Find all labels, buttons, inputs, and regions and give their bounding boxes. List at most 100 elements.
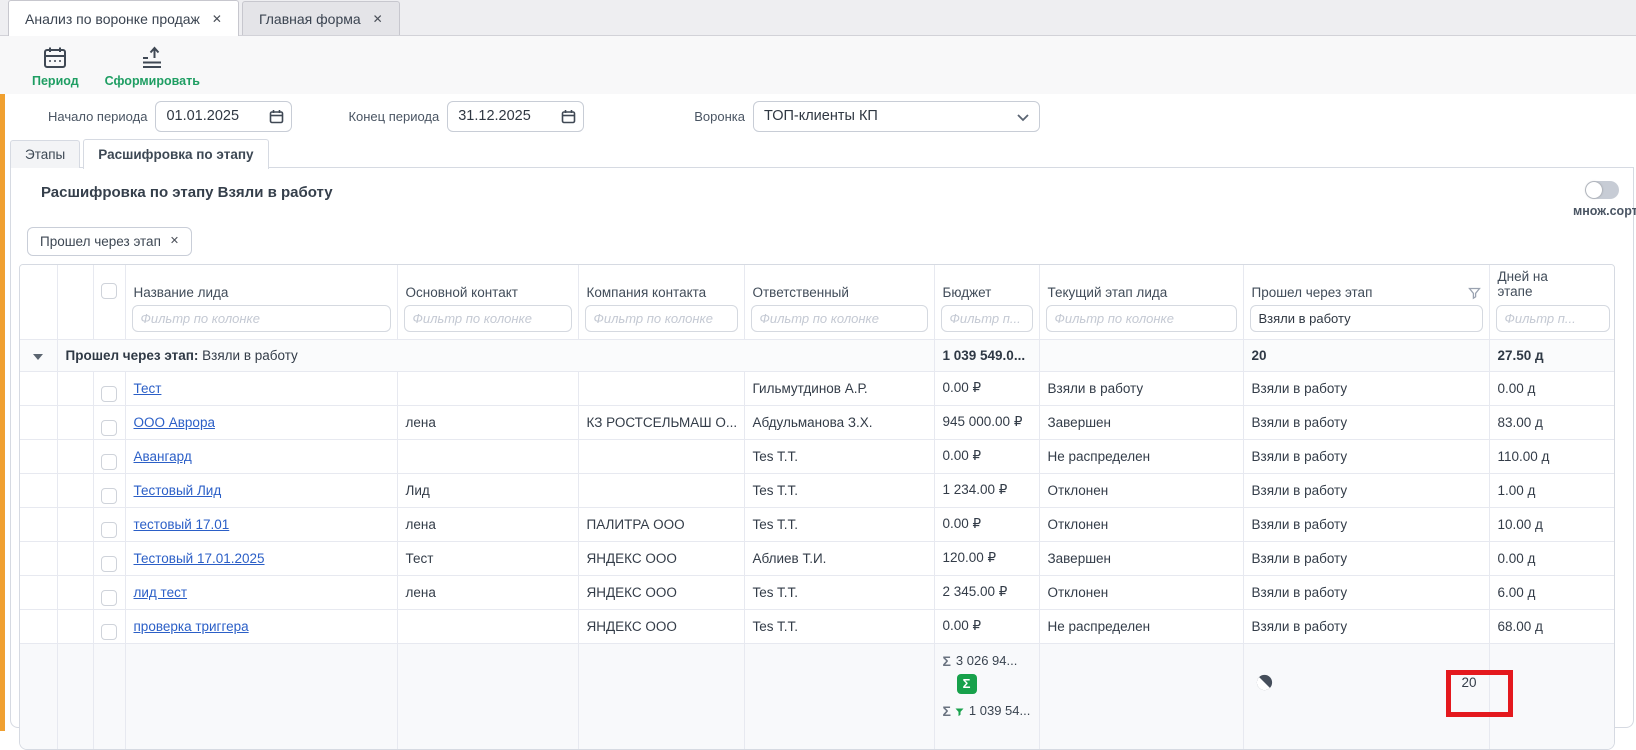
lead-link[interactable]: Тестовый Лид xyxy=(134,483,222,498)
row-checkbox[interactable] xyxy=(101,454,117,470)
multi-sort-toggle[interactable] xyxy=(1585,181,1619,199)
filter-chip-label: Прошел через этап xyxy=(40,234,161,249)
tab-label: Расшифровка по этапу xyxy=(98,147,253,162)
filter-fields-row: Начало периода Конец периода Воронка ТОП… xyxy=(0,94,1636,138)
column-header-company: Компания контакта xyxy=(578,265,744,339)
panel-title: Расшифровка по этапу Взяли в работу xyxy=(41,184,1633,201)
cell-company xyxy=(578,439,744,473)
window-tab-main-form[interactable]: Главная форма ✕ xyxy=(242,1,400,35)
footer-cell-days xyxy=(1489,643,1615,749)
row-checkbox[interactable] xyxy=(101,420,117,436)
cell-contact: Лид xyxy=(397,473,578,507)
cell-company: КЗ РОСТСЕЛЬМАШ О... xyxy=(578,405,744,439)
lead-link[interactable]: Тест xyxy=(134,381,162,396)
remove-filter-icon[interactable]: ✕ xyxy=(170,236,179,247)
filter-chip-passed-stage[interactable]: Прошел через этап ✕ xyxy=(27,227,192,256)
group-budget-total: 1 039 549.0... xyxy=(934,339,1039,371)
cell-owner: Гильмутдинов А.Р. xyxy=(744,371,934,405)
generate-button[interactable]: Сформировать xyxy=(99,43,206,90)
collapse-arrow-icon[interactable] xyxy=(33,354,43,360)
cell-company: ЯНДЕКС ООО xyxy=(578,609,744,643)
funnel-label: Воронка xyxy=(694,109,745,124)
row-expand-cell xyxy=(20,371,57,405)
group-stage-cell xyxy=(1039,339,1243,371)
close-icon[interactable]: ✕ xyxy=(373,13,383,25)
filter-input-contact[interactable] xyxy=(404,305,572,332)
row-checkbox[interactable] xyxy=(101,386,117,402)
cell-budget: 0.00 ₽ xyxy=(934,439,1039,473)
cell-days: 110.00 д xyxy=(1489,439,1615,473)
column-title: Текущий этап лида xyxy=(1048,285,1168,300)
select-all-checkbox[interactable] xyxy=(101,283,117,299)
row-expand-cell xyxy=(20,405,57,439)
lead-link[interactable]: лид тест xyxy=(134,585,188,600)
filter-input-days[interactable] xyxy=(1496,305,1611,332)
cell-owner: Tes T.T. xyxy=(744,473,934,507)
lead-name-cell: Тестовый 17.01.2025 xyxy=(125,541,397,575)
cell-passed: Взяли в работу xyxy=(1243,371,1489,405)
column-title: Название лида xyxy=(134,285,229,300)
cell-passed: Взяли в работу xyxy=(1243,609,1489,643)
tab-stage-details[interactable]: Расшифровка по этапу xyxy=(83,139,268,169)
row-checkbox[interactable] xyxy=(101,624,117,640)
column-title: Ответственный xyxy=(753,285,849,300)
table-row: Тестовый 17.01.2025ТестЯНДЕКС ОООАблиев … xyxy=(20,541,1615,575)
calendar-icon xyxy=(42,45,68,71)
lead-link[interactable]: ООО Аврора xyxy=(134,415,215,430)
cell-budget: 2 345.00 ₽ xyxy=(934,575,1039,609)
filter-input-name[interactable] xyxy=(132,305,391,332)
lead-link[interactable]: проверка триггера xyxy=(134,619,249,634)
table-row: лид тестленаЯНДЕКС ОООTes T.T.2 345.00 ₽… xyxy=(20,575,1615,609)
lead-name-cell: Тестовый Лид xyxy=(125,473,397,507)
cell-contact xyxy=(397,609,578,643)
window-tab-label: Главная форма xyxy=(259,11,361,27)
period-button[interactable]: Период xyxy=(26,43,85,90)
lead-link[interactable]: тестовый 17.01 xyxy=(134,517,230,532)
row-checkbox[interactable] xyxy=(101,590,117,606)
multi-sort-control: множ.сорт xyxy=(1573,181,1636,218)
lead-link[interactable]: Авангард xyxy=(134,449,192,464)
window-tab-funnel-analysis[interactable]: Анализ по воронке продаж ✕ xyxy=(8,0,239,36)
group-days-average: 27.50 д xyxy=(1489,339,1615,371)
column-filter-icon xyxy=(1468,287,1481,300)
tab-stages[interactable]: Этапы xyxy=(10,140,80,168)
cell-company xyxy=(578,473,744,507)
filter-input-company[interactable] xyxy=(585,305,738,332)
table-row: Тестовый ЛидЛидTes T.T.1 234.00 ₽Отклоне… xyxy=(20,473,1615,507)
footer-cell-stage xyxy=(1039,643,1243,749)
row-checkbox[interactable] xyxy=(101,556,117,572)
close-icon[interactable]: ✕ xyxy=(212,13,222,25)
column-title: Дней на этапе xyxy=(1498,269,1570,300)
table-row: ООО АврораленаКЗ РОСТСЕЛЬМАШ О...Абдульм… xyxy=(20,405,1615,439)
row-select-cell xyxy=(93,609,125,643)
sum-sigma-icon: Σ xyxy=(943,653,951,669)
column-title: Компания контакта xyxy=(587,285,707,300)
row-checkbox[interactable] xyxy=(101,488,117,504)
footer-budget-cell: Σ3 026 94...ΣΣ1 039 54... xyxy=(934,643,1039,749)
cell-passed: Взяли в работу xyxy=(1243,439,1489,473)
filter-input-passed[interactable] xyxy=(1250,305,1483,332)
group-label: Прошел через этап: xyxy=(66,348,199,363)
end-period-input[interactable] xyxy=(447,101,584,132)
cell-owner: Абдульманова З.Х. xyxy=(744,405,934,439)
filter-input-stage[interactable] xyxy=(1046,305,1237,332)
row-select-cell xyxy=(93,439,125,473)
cell-stage: Не распределен xyxy=(1039,439,1243,473)
footer-spacer-cell xyxy=(57,643,93,749)
column-title: Прошел через этап xyxy=(1252,285,1373,300)
start-period-input[interactable] xyxy=(155,101,292,132)
funnel-select[interactable]: ТОП-клиенты КП xyxy=(753,101,1040,132)
footer-cell-contact xyxy=(397,643,578,749)
lead-name-cell: Авангард xyxy=(125,439,397,473)
lead-name-cell: Тест xyxy=(125,371,397,405)
cell-owner: Tes T.T. xyxy=(744,609,934,643)
table-row: АвангардTes T.T.0.00 ₽Не распределенВзял… xyxy=(20,439,1615,473)
row-checkbox[interactable] xyxy=(101,522,117,538)
budget-filtered-sum-line: Σ1 039 54... xyxy=(943,703,1031,719)
filter-input-budget[interactable] xyxy=(941,305,1033,332)
filter-input-owner[interactable] xyxy=(751,305,928,332)
footer-passed-cell: 20 xyxy=(1243,643,1489,749)
column-header-contact: Основной контакт xyxy=(397,265,578,339)
count-aggregate-icon xyxy=(1256,674,1273,691)
lead-link[interactable]: Тестовый 17.01.2025 xyxy=(134,551,265,566)
